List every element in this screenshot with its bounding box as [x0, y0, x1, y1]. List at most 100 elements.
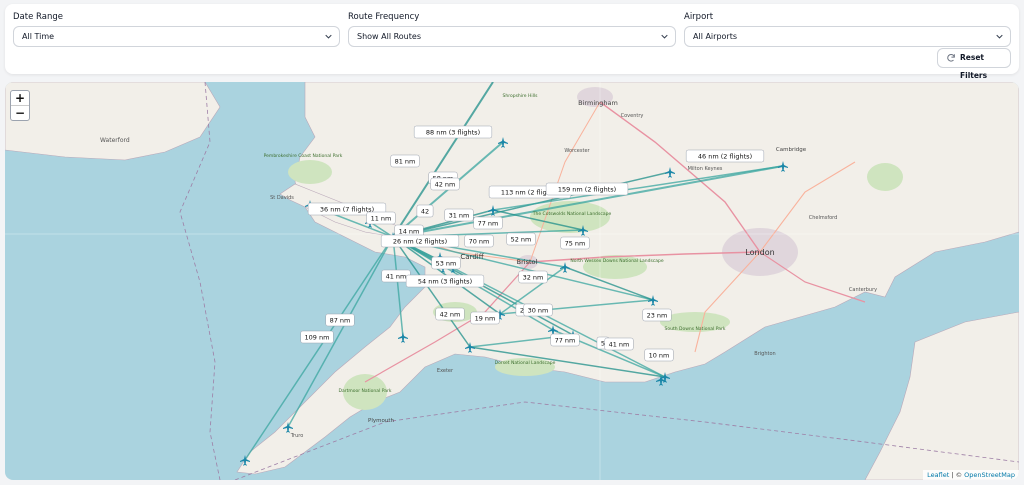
route-distance-label[interactable]: 88 nm (3 flights) — [413, 125, 493, 139]
airport-value: All Airports — [693, 32, 738, 41]
svg-text:77 nm: 77 nm — [478, 220, 499, 228]
route-map[interactable]: Waterford Pembrokeshire Coast National Pa… — [5, 82, 1019, 480]
route-distance-label[interactable]: 70 nm — [464, 234, 494, 248]
route-distance-label[interactable]: 77 nm — [473, 216, 503, 230]
route-frequency-label: Route Frequency — [348, 12, 420, 22]
chevron-down-icon — [325, 34, 332, 39]
attribution-separator: | © — [949, 471, 965, 479]
place-label: Truro — [290, 433, 304, 439]
svg-text:70 nm: 70 nm — [469, 238, 490, 246]
route-distance-label[interactable]: 53 nm — [431, 256, 461, 270]
svg-text:23 nm: 23 nm — [647, 312, 668, 320]
svg-text:75 nm: 75 nm — [565, 240, 586, 248]
svg-text:36 nm (7 flights): 36 nm (7 flights) — [320, 206, 374, 214]
leaflet-link[interactable]: Leaflet — [927, 471, 949, 479]
route-distance-label[interactable]: 46 nm (2 flights) — [685, 149, 765, 163]
route-distance-label[interactable]: 52 nm — [506, 232, 536, 246]
svg-text:53 nm: 53 nm — [436, 260, 457, 268]
place-label: The Cotswolds National Landscape — [532, 211, 612, 217]
place-label: Chelmsford — [809, 215, 838, 221]
place-label: Waterford — [100, 137, 130, 144]
route-distance-label[interactable]: 31 nm — [444, 208, 474, 222]
svg-text:42: 42 — [421, 208, 429, 216]
svg-text:26 nm (2 flights): 26 nm (2 flights) — [393, 238, 447, 246]
route-frequency-group: Route Frequency Show All Routes — [348, 12, 676, 47]
svg-text:87 nm: 87 nm — [330, 317, 351, 325]
map-canvas: Waterford Pembrokeshire Coast National Pa… — [5, 82, 1019, 480]
place-label: St Davids — [270, 195, 294, 201]
route-distance-label[interactable]: 41 nm — [604, 337, 634, 351]
svg-text:14 nm: 14 nm — [399, 228, 420, 236]
svg-text:42 nm: 42 nm — [435, 181, 456, 189]
route-distance-label[interactable]: 109 nm — [300, 330, 334, 344]
svg-text:10 nm: 10 nm — [649, 352, 670, 360]
date-range-select[interactable]: All Time — [13, 26, 340, 47]
zoom-control: + − — [10, 90, 30, 121]
reset-filters-label: Reset Filters — [960, 53, 988, 80]
svg-text:31 nm: 31 nm — [449, 212, 470, 220]
svg-text:42 nm: 42 nm — [440, 311, 461, 319]
park-pembrokeshire — [288, 160, 332, 184]
airport-select[interactable]: All Airports — [684, 26, 1011, 47]
svg-text:54 nm (3 flights): 54 nm (3 flights) — [418, 278, 472, 286]
place-label: South Downs National Park — [665, 326, 726, 332]
route-distance-label[interactable]: 42 nm — [435, 307, 465, 321]
svg-text:11 nm: 11 nm — [371, 215, 392, 223]
place-label: London — [745, 248, 774, 257]
reset-filters-button[interactable]: Reset Filters — [937, 48, 1011, 80]
route-distance-label[interactable]: 11 nm — [366, 211, 396, 225]
place-label: Coventry — [621, 113, 644, 119]
place-label: Canterbury — [849, 287, 877, 293]
svg-text:32 nm: 32 nm — [523, 274, 544, 282]
place-label: Milton Keynes — [688, 166, 723, 172]
airport-group: Airport All Airports — [684, 12, 1011, 47]
svg-text:41 nm: 41 nm — [386, 273, 407, 281]
route-distance-label[interactable]: 42 nm — [430, 177, 460, 191]
route-distance-label[interactable]: 159 nm (2 flights) — [545, 182, 629, 196]
route-distance-label[interactable]: 23 nm — [642, 308, 672, 322]
route-distance-label[interactable]: 32 nm — [518, 270, 548, 284]
place-label: Brighton — [754, 351, 775, 357]
svg-text:88 nm (3 flights): 88 nm (3 flights) — [426, 129, 480, 137]
route-distance-label[interactable]: 75 nm — [560, 236, 590, 250]
zoom-out-button[interactable]: − — [11, 106, 29, 121]
route-distance-label[interactable]: 54 nm (3 flights) — [405, 274, 485, 288]
svg-text:159 nm (2 flights): 159 nm (2 flights) — [558, 186, 616, 194]
place-label: Plymouth — [368, 418, 394, 424]
osm-link[interactable]: OpenStreetMap — [964, 471, 1015, 479]
date-range-value: All Time — [22, 32, 55, 41]
date-range-group: Date Range All Time — [13, 12, 340, 47]
svg-text:77 nm: 77 nm — [555, 337, 576, 345]
chevron-down-icon — [996, 34, 1003, 39]
route-distance-label[interactable]: 10 nm — [644, 348, 674, 362]
svg-text:5: 5 — [601, 340, 605, 348]
svg-text:30 nm: 30 nm — [528, 307, 549, 315]
place-label: Dorset National Landscape — [495, 360, 556, 366]
zoom-in-button[interactable]: + — [11, 91, 29, 106]
route-distance-label[interactable]: 81 nm — [390, 154, 420, 168]
svg-text:41 nm: 41 nm — [609, 341, 630, 349]
route-distance-label[interactable]: 19 nm — [470, 311, 500, 325]
route-distance-label[interactable]: 30 nm — [523, 303, 553, 317]
route-distance-label[interactable]: 87 nm — [325, 313, 355, 327]
chevron-down-icon — [661, 34, 668, 39]
refresh-icon — [947, 53, 955, 62]
svg-text:81 nm: 81 nm — [395, 158, 416, 166]
route-distance-label[interactable]: 26 nm (2 flights) — [380, 234, 460, 248]
map-attribution: Leaflet | © OpenStreetMap — [923, 470, 1019, 480]
svg-text:109 nm: 109 nm — [305, 334, 330, 342]
route-frequency-value: Show All Routes — [357, 32, 421, 41]
route-distance-label[interactable]: 77 nm — [550, 333, 580, 347]
route-distance-label[interactable]: 42 — [416, 204, 434, 218]
svg-text:19 nm: 19 nm — [475, 315, 496, 323]
place-label: Pembrokeshire Coast National Park — [264, 153, 343, 159]
route-frequency-select[interactable]: Show All Routes — [348, 26, 676, 47]
land-france — [864, 311, 1019, 480]
place-label: Shropshire Hills — [503, 93, 539, 99]
place-label: Dartmoor National Park — [339, 388, 392, 394]
filters-panel: Date Range All Time Route Frequency Show… — [5, 4, 1019, 80]
airport-label: Airport — [684, 12, 714, 22]
land-ireland — [5, 82, 221, 161]
place-label: Birmingham — [578, 99, 618, 107]
place-label: Exeter — [437, 368, 454, 374]
